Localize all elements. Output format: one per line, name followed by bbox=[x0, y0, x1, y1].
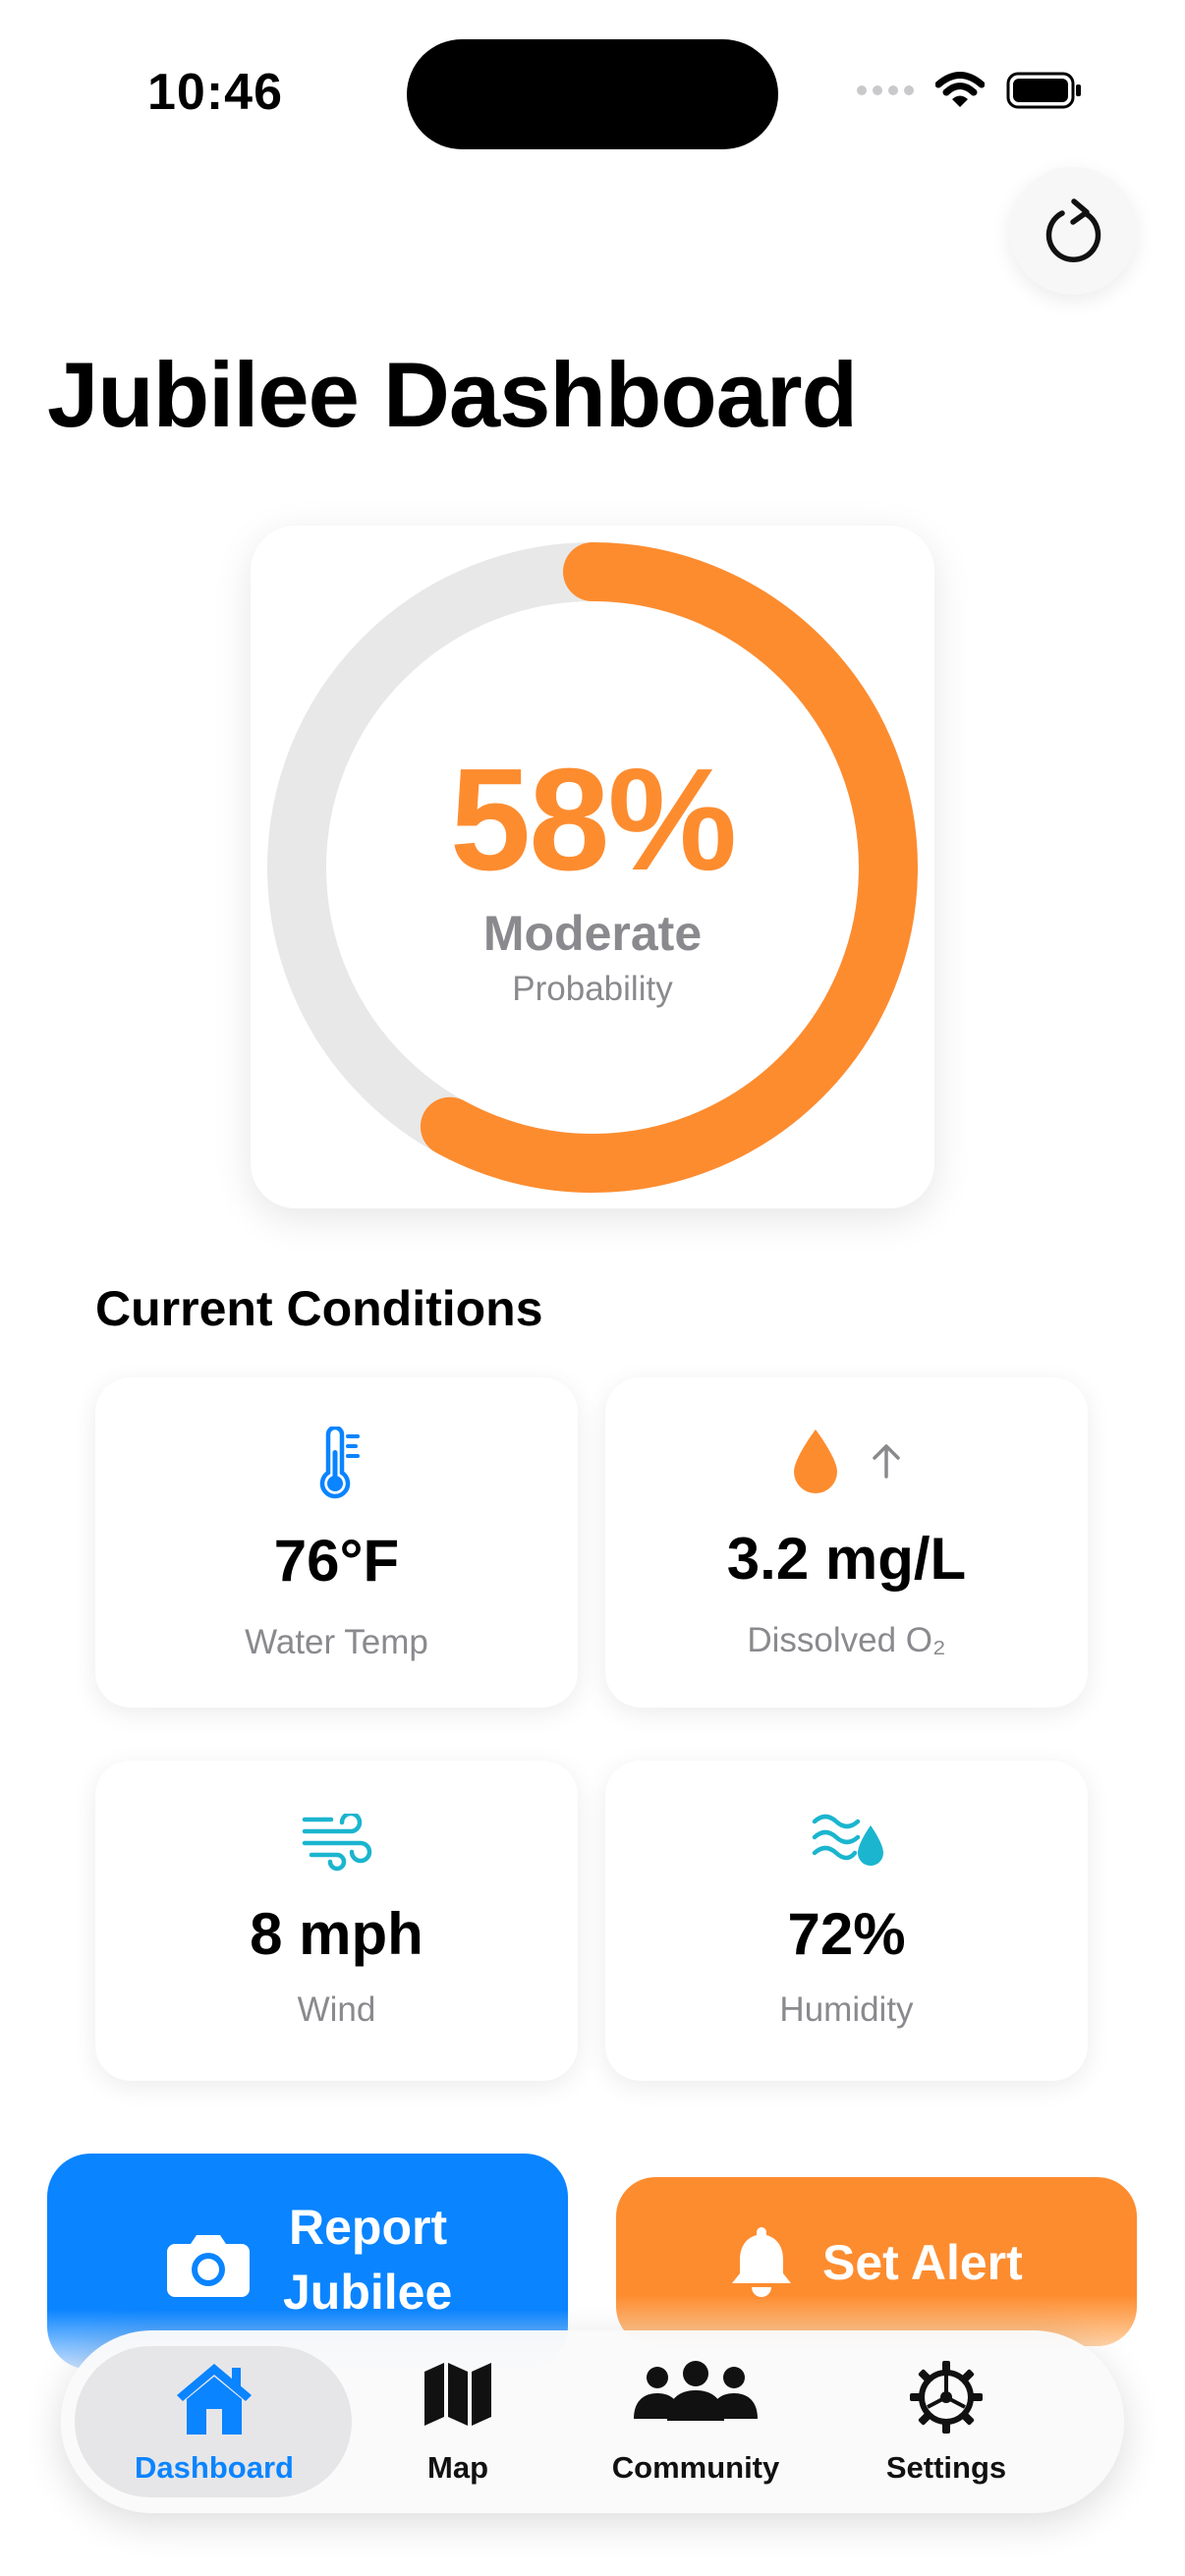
arrow-clockwise-icon bbox=[1045, 198, 1101, 262]
probability-level: Moderate bbox=[482, 906, 703, 961]
water-temp-card: 76°F Water Temp bbox=[95, 1377, 578, 1708]
dissolved-oxygen-card: 3.2 mg/L Dissolved O₂ bbox=[605, 1377, 1088, 1708]
set-alert-label: Set Alert bbox=[822, 2235, 1023, 2290]
humidity-icon bbox=[812, 1814, 883, 1866]
tab-map[interactable]: Map bbox=[358, 2330, 558, 2513]
tab-community[interactable]: Community bbox=[588, 2330, 804, 2513]
tab-map-label: Map bbox=[427, 2450, 488, 2485]
water-temp-label: Water Temp bbox=[245, 1623, 428, 1661]
wind-card: 8 mph Wind bbox=[95, 1761, 578, 2081]
signal-icon bbox=[857, 85, 914, 95]
dissolved-oxygen-label: Dissolved O₂ bbox=[747, 1621, 946, 1659]
humidity-value: 72% bbox=[787, 1901, 906, 1967]
tab-settings[interactable]: Settings bbox=[835, 2330, 1057, 2513]
set-alert-button[interactable]: Set Alert bbox=[616, 2177, 1137, 2346]
humidity-card: 72% Humidity bbox=[605, 1761, 1088, 2081]
probability-card: 58% Moderate Probability bbox=[251, 526, 934, 1208]
dynamic-island bbox=[407, 39, 778, 149]
page-title: Jubilee Dashboard bbox=[47, 343, 858, 446]
tab-dashboard[interactable]: Dashboard bbox=[92, 2330, 336, 2513]
wind-value: 8 mph bbox=[250, 1901, 423, 1967]
bell-icon bbox=[732, 2227, 791, 2297]
wind-label: Wind bbox=[297, 1990, 376, 2029]
water-temp-value: 76°F bbox=[273, 1528, 400, 1594]
tab-bar: Dashboard Map Community Settings bbox=[61, 2330, 1124, 2513]
tab-community-label: Community bbox=[611, 2450, 780, 2485]
report-label-line2: Jubilee bbox=[283, 2265, 453, 2320]
humidity-label: Humidity bbox=[779, 1990, 914, 2029]
arrow-up-icon bbox=[873, 1444, 900, 1479]
dissolved-oxygen-value: 3.2 mg/L bbox=[726, 1526, 967, 1592]
probability-percent: 58% bbox=[449, 739, 737, 901]
tab-dashboard-label: Dashboard bbox=[135, 2450, 294, 2485]
report-label-line1: Report bbox=[289, 2200, 448, 2255]
gear-icon bbox=[910, 2361, 983, 2434]
wind-icon bbox=[302, 1814, 372, 1872]
thermometer-icon bbox=[319, 1427, 360, 1499]
refresh-button[interactable] bbox=[1009, 167, 1137, 295]
section-title: Current Conditions bbox=[95, 1281, 543, 1336]
map-icon bbox=[424, 2363, 491, 2426]
tab-settings-label: Settings bbox=[885, 2450, 1007, 2485]
camera-icon bbox=[167, 2235, 250, 2297]
battery-icon bbox=[1006, 72, 1081, 109]
drop-icon bbox=[794, 1429, 837, 1493]
status-time: 10:46 bbox=[147, 64, 283, 121]
people-icon bbox=[634, 2361, 758, 2421]
wifi-icon bbox=[935, 72, 985, 107]
house-icon bbox=[177, 2364, 252, 2435]
status-icons bbox=[857, 71, 1083, 110]
probability-caption: Probability bbox=[512, 970, 673, 1008]
